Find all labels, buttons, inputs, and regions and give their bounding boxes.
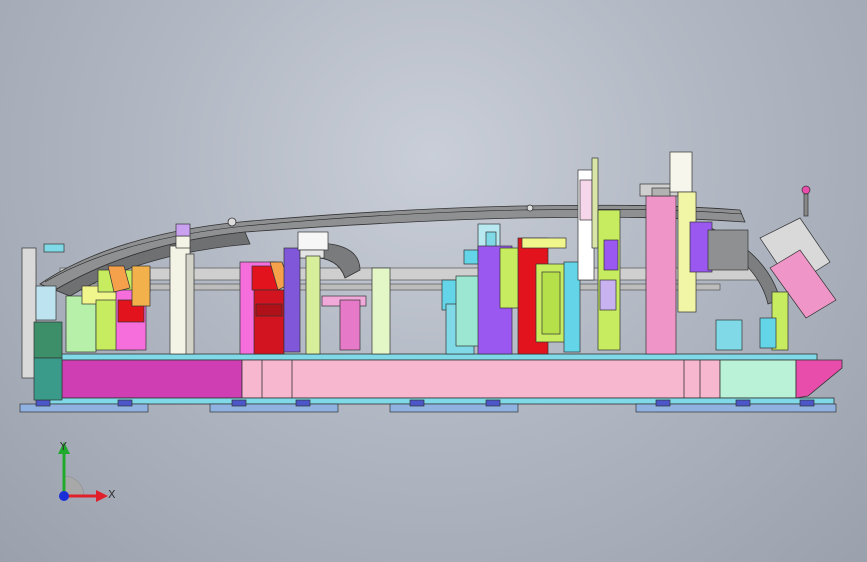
foot-block (231, 399, 247, 407)
base-mint-section (719, 359, 797, 399)
pink-column (639, 183, 679, 355)
y-axis-label: Y (59, 440, 67, 453)
x-axis-label: X (108, 488, 116, 501)
left-green-block (33, 321, 63, 359)
base-bottom-rail (43, 397, 835, 405)
foot-block (485, 399, 501, 407)
base-pink-section (241, 359, 721, 399)
foot-block (655, 399, 671, 407)
left-end-units (21, 243, 65, 401)
fixture-assembly-model[interactable] (0, 0, 867, 562)
center-left-units (283, 231, 367, 355)
foot (209, 403, 339, 413)
left-small-block (35, 285, 57, 321)
right-angled-clamp (759, 185, 837, 351)
coordinate-triad: Y X (58, 440, 116, 502)
x-axis-arrowhead (96, 490, 108, 502)
center-cluster (477, 223, 581, 355)
beam-hole (227, 217, 237, 227)
foot-block (735, 399, 751, 407)
foot-block (35, 399, 51, 407)
mid-posts (371, 249, 497, 355)
right-clamp-column (669, 151, 749, 351)
beam-hole (526, 204, 534, 212)
tall-locator-column (577, 157, 621, 351)
z-axis-dot (59, 491, 69, 501)
cad-viewport[interactable]: Y X (0, 0, 867, 562)
base-top-rail (59, 353, 818, 361)
base-plate (43, 353, 843, 405)
foot-block (409, 399, 425, 407)
base-nose (795, 359, 843, 399)
left-green-block-lower (33, 357, 63, 401)
foot-block (799, 399, 815, 407)
foot-block (117, 399, 133, 407)
left-cap (43, 243, 65, 253)
base-magenta-section (61, 359, 243, 399)
foot-block (295, 399, 311, 407)
red-clamp-unit (239, 261, 291, 355)
